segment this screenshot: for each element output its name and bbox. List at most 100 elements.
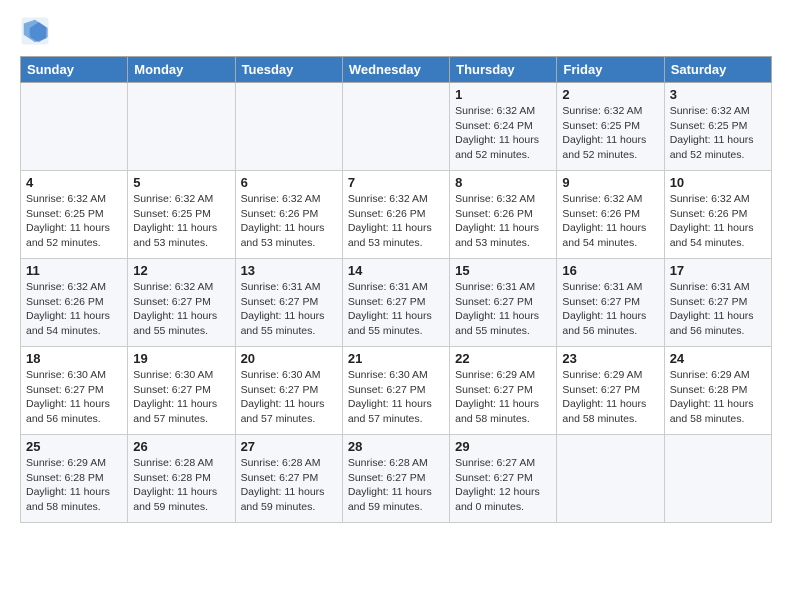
calendar-cell: 4 Sunrise: 6:32 AMSunset: 6:25 PMDaylight… [21, 171, 128, 259]
calendar-cell: 22 Sunrise: 6:29 AMSunset: 6:27 PMDayligh… [450, 347, 557, 435]
calendar-cell: 3 Sunrise: 6:32 AMSunset: 6:25 PMDaylight… [664, 83, 771, 171]
calendar-cell: 11Sunrise: 6:32 AMSunset: 6:26 PMDayligh… [21, 259, 128, 347]
day-number: 17 [670, 263, 766, 278]
day-info: Sunrise: 6:29 AMSunset: 6:28 PMDaylight:… [26, 456, 122, 515]
page: SundayMondayTuesdayWednesdayThursdayFrid… [0, 0, 792, 535]
day-info: Sunrise: 6:32 AMSunset: 6:25 PMDaylight:… [670, 104, 766, 163]
day-info: Sunrise: 6:32 AMSunset: 6:27 PMDaylight:… [133, 280, 229, 339]
day-number: 14 [348, 263, 444, 278]
calendar-cell: 17Sunrise: 6:31 AMSunset: 6:27 PMDayligh… [664, 259, 771, 347]
day-info: Sunrise: 6:31 AMSunset: 6:27 PMDaylight:… [562, 280, 658, 339]
day-number: 15 [455, 263, 551, 278]
day-info: Sunrise: 6:32 AMSunset: 6:26 PMDaylight:… [562, 192, 658, 251]
header [20, 16, 772, 46]
calendar-cell [557, 435, 664, 523]
calendar-cell: 26 Sunrise: 6:28 AMSunset: 6:28 PMDayligh… [128, 435, 235, 523]
calendar-cell: 21 Sunrise: 6:30 AMSunset: 6:27 PMDayligh… [342, 347, 449, 435]
calendar-cell [664, 435, 771, 523]
calendar-cell: 10 Sunrise: 6:32 AMSunset: 6:26 PMDayligh… [664, 171, 771, 259]
col-header-friday: Friday [557, 57, 664, 83]
day-info: Sunrise: 6:30 AMSunset: 6:27 PMDaylight:… [241, 368, 337, 427]
calendar-cell: 1Sunrise: 6:32 AMSunset: 6:24 PMDaylight… [450, 83, 557, 171]
day-info: Sunrise: 6:29 AMSunset: 6:27 PMDaylight:… [562, 368, 658, 427]
day-number: 23 [562, 351, 658, 366]
day-number: 25 [26, 439, 122, 454]
calendar-cell: 8 Sunrise: 6:32 AMSunset: 6:26 PMDaylight… [450, 171, 557, 259]
calendar-cell [21, 83, 128, 171]
day-number: 11 [26, 263, 122, 278]
calendar-cell: 23 Sunrise: 6:29 AMSunset: 6:27 PMDayligh… [557, 347, 664, 435]
week-row-1: 1Sunrise: 6:32 AMSunset: 6:24 PMDaylight… [21, 83, 772, 171]
day-info: Sunrise: 6:31 AMSunset: 6:27 PMDaylight:… [455, 280, 551, 339]
calendar-cell: 5Sunrise: 6:32 AMSunset: 6:25 PMDaylight… [128, 171, 235, 259]
calendar-cell: 12 Sunrise: 6:32 AMSunset: 6:27 PMDayligh… [128, 259, 235, 347]
calendar-cell: 24Sunrise: 6:29 AMSunset: 6:28 PMDayligh… [664, 347, 771, 435]
col-header-saturday: Saturday [664, 57, 771, 83]
day-number: 10 [670, 175, 766, 190]
calendar-cell: 2 Sunrise: 6:32 AMSunset: 6:25 PMDaylight… [557, 83, 664, 171]
day-number: 27 [241, 439, 337, 454]
logo [20, 16, 56, 46]
day-number: 21 [348, 351, 444, 366]
calendar-cell: 25 Sunrise: 6:29 AMSunset: 6:28 PMDayligh… [21, 435, 128, 523]
day-number: 7 [348, 175, 444, 190]
day-info: Sunrise: 6:32 AMSunset: 6:25 PMDaylight:… [562, 104, 658, 163]
day-number: 16 [562, 263, 658, 278]
day-number: 9 [562, 175, 658, 190]
calendar-cell: 18 Sunrise: 6:30 AMSunset: 6:27 PMDayligh… [21, 347, 128, 435]
day-info: Sunrise: 6:28 AMSunset: 6:28 PMDaylight:… [133, 456, 229, 515]
day-number: 28 [348, 439, 444, 454]
calendar-cell: 28 Sunrise: 6:28 AMSunset: 6:27 PMDayligh… [342, 435, 449, 523]
calendar-cell: 14Sunrise: 6:31 AMSunset: 6:27 PMDayligh… [342, 259, 449, 347]
calendar-table: SundayMondayTuesdayWednesdayThursdayFrid… [20, 56, 772, 523]
day-info: Sunrise: 6:32 AMSunset: 6:26 PMDaylight:… [348, 192, 444, 251]
day-number: 12 [133, 263, 229, 278]
week-row-3: 11Sunrise: 6:32 AMSunset: 6:26 PMDayligh… [21, 259, 772, 347]
week-row-2: 4 Sunrise: 6:32 AMSunset: 6:25 PMDaylight… [21, 171, 772, 259]
header-row: SundayMondayTuesdayWednesdayThursdayFrid… [21, 57, 772, 83]
day-number: 20 [241, 351, 337, 366]
day-number: 19 [133, 351, 229, 366]
calendar-cell: 16 Sunrise: 6:31 AMSunset: 6:27 PMDayligh… [557, 259, 664, 347]
day-info: Sunrise: 6:30 AMSunset: 6:27 PMDaylight:… [26, 368, 122, 427]
calendar-cell: 6 Sunrise: 6:32 AMSunset: 6:26 PMDaylight… [235, 171, 342, 259]
calendar-cell [128, 83, 235, 171]
day-info: Sunrise: 6:32 AMSunset: 6:24 PMDaylight:… [455, 104, 551, 163]
logo-icon [20, 16, 50, 46]
day-number: 22 [455, 351, 551, 366]
day-number: 13 [241, 263, 337, 278]
calendar-cell [342, 83, 449, 171]
day-info: Sunrise: 6:29 AMSunset: 6:27 PMDaylight:… [455, 368, 551, 427]
day-number: 5 [133, 175, 229, 190]
day-number: 2 [562, 87, 658, 102]
calendar-cell: 29Sunrise: 6:27 AMSunset: 6:27 PMDayligh… [450, 435, 557, 523]
day-info: Sunrise: 6:28 AMSunset: 6:27 PMDaylight:… [348, 456, 444, 515]
day-number: 29 [455, 439, 551, 454]
day-info: Sunrise: 6:32 AMSunset: 6:25 PMDaylight:… [26, 192, 122, 251]
calendar-cell: 9 Sunrise: 6:32 AMSunset: 6:26 PMDaylight… [557, 171, 664, 259]
day-number: 8 [455, 175, 551, 190]
calendar-cell: 19 Sunrise: 6:30 AMSunset: 6:27 PMDayligh… [128, 347, 235, 435]
day-info: Sunrise: 6:32 AMSunset: 6:26 PMDaylight:… [670, 192, 766, 251]
day-number: 6 [241, 175, 337, 190]
day-info: Sunrise: 6:31 AMSunset: 6:27 PMDaylight:… [241, 280, 337, 339]
col-header-tuesday: Tuesday [235, 57, 342, 83]
calendar-cell: 15 Sunrise: 6:31 AMSunset: 6:27 PMDayligh… [450, 259, 557, 347]
day-number: 4 [26, 175, 122, 190]
day-number: 26 [133, 439, 229, 454]
col-header-thursday: Thursday [450, 57, 557, 83]
day-info: Sunrise: 6:32 AMSunset: 6:26 PMDaylight:… [455, 192, 551, 251]
calendar-cell: 20 Sunrise: 6:30 AMSunset: 6:27 PMDayligh… [235, 347, 342, 435]
col-header-sunday: Sunday [21, 57, 128, 83]
calendar-cell: 13 Sunrise: 6:31 AMSunset: 6:27 PMDayligh… [235, 259, 342, 347]
day-info: Sunrise: 6:30 AMSunset: 6:27 PMDaylight:… [133, 368, 229, 427]
day-info: Sunrise: 6:29 AMSunset: 6:28 PMDaylight:… [670, 368, 766, 427]
day-info: Sunrise: 6:32 AMSunset: 6:26 PMDaylight:… [241, 192, 337, 251]
week-row-5: 25 Sunrise: 6:29 AMSunset: 6:28 PMDayligh… [21, 435, 772, 523]
day-number: 18 [26, 351, 122, 366]
day-number: 3 [670, 87, 766, 102]
day-info: Sunrise: 6:28 AMSunset: 6:27 PMDaylight:… [241, 456, 337, 515]
week-row-4: 18 Sunrise: 6:30 AMSunset: 6:27 PMDayligh… [21, 347, 772, 435]
col-header-monday: Monday [128, 57, 235, 83]
day-info: Sunrise: 6:30 AMSunset: 6:27 PMDaylight:… [348, 368, 444, 427]
